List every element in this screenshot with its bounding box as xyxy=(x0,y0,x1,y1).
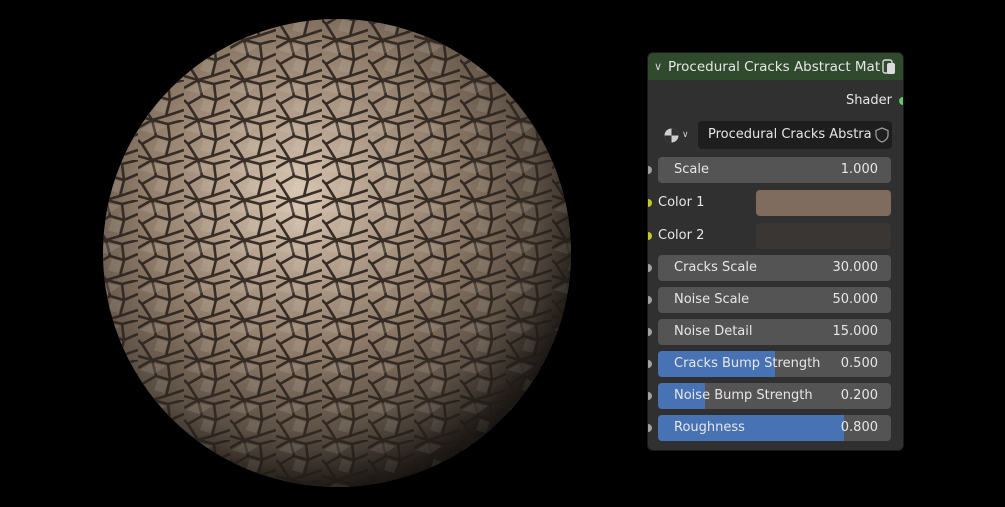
noise-bump-value: 0.200 xyxy=(840,388,878,403)
scale-socket[interactable] xyxy=(648,166,652,174)
cracks-bump-label: Cracks Bump Strength xyxy=(674,356,821,371)
shader-output-label: Shader xyxy=(845,93,892,108)
material-sphere-icon xyxy=(664,128,679,142)
input-row-color1: Color 1 xyxy=(648,190,903,217)
color1-swatch[interactable] xyxy=(756,190,891,216)
color1-socket[interactable] xyxy=(648,199,652,207)
cracks-scale-label: Cracks Scale xyxy=(674,260,757,275)
node-group-panel[interactable]: ∨ Procedural Cracks Abstract Material Sh… xyxy=(648,53,903,450)
scale-value: 1.000 xyxy=(840,162,878,177)
material-selector[interactable]: ∨ Procedural Cracks Abstract ... xyxy=(658,121,892,149)
roughness-socket[interactable] xyxy=(648,424,652,432)
noise-bump-slider[interactable]: Noise Bump Strength 0.200 xyxy=(658,383,891,409)
input-row-noise-detail: Noise Detail 15.000 xyxy=(648,319,903,346)
noise-scale-value: 50.000 xyxy=(832,292,879,307)
noise-detail-value: 15.000 xyxy=(832,324,879,339)
noise-scale-socket[interactable] xyxy=(648,296,652,304)
roughness-slider[interactable]: Roughness 0.800 xyxy=(658,415,891,441)
node-title: Procedural Cracks Abstract Material xyxy=(668,58,881,75)
noise-detail-field[interactable]: Noise Detail 15.000 xyxy=(658,319,891,345)
scale-field[interactable]: Scale 1.000 xyxy=(658,157,891,183)
noise-bump-socket[interactable] xyxy=(648,392,652,400)
node-group-icon[interactable] xyxy=(881,58,897,75)
noise-bump-label: Noise Bump Strength xyxy=(674,388,813,403)
cracks-scale-socket[interactable] xyxy=(648,264,652,272)
roughness-value: 0.800 xyxy=(840,420,878,435)
color2-label: Color 2 xyxy=(658,228,705,243)
cracks-bump-value: 0.500 xyxy=(840,356,878,371)
input-row-scale: Scale 1.000 xyxy=(648,157,903,184)
material-preview-sphere xyxy=(103,19,571,487)
material-name-field[interactable]: Procedural Cracks Abstract ... xyxy=(698,121,872,149)
input-row-cracks-scale: Cracks Scale 30.000 xyxy=(648,255,903,282)
cracks-bump-socket[interactable] xyxy=(648,360,652,368)
material-selector-row: ∨ Procedural Cracks Abstract ... xyxy=(648,120,903,150)
viewport[interactable] xyxy=(0,0,640,503)
material-browse-icon[interactable]: ∨ xyxy=(663,126,693,144)
color2-socket[interactable] xyxy=(648,232,652,240)
collapse-chevron-icon[interactable]: ∨ xyxy=(654,60,668,73)
noise-detail-socket[interactable] xyxy=(648,328,652,336)
cracks-scale-value: 30.000 xyxy=(832,260,879,275)
color2-swatch[interactable] xyxy=(756,223,891,249)
noise-scale-label: Noise Scale xyxy=(674,292,750,307)
shader-output-row: Shader xyxy=(648,88,903,115)
dropdown-chevron-icon: ∨ xyxy=(682,130,689,140)
fake-user-shield-icon[interactable] xyxy=(872,121,892,149)
scale-label: Scale xyxy=(674,162,709,177)
roughness-label: Roughness xyxy=(674,420,745,435)
cracks-scale-field[interactable]: Cracks Scale 30.000 xyxy=(658,255,891,281)
cracks-bump-slider[interactable]: Cracks Bump Strength 0.500 xyxy=(658,351,891,377)
input-row-cracks-bump: Cracks Bump Strength 0.500 xyxy=(648,351,903,378)
noise-scale-field[interactable]: Noise Scale 50.000 xyxy=(658,287,891,313)
input-row-roughness: Roughness 0.800 xyxy=(648,415,903,442)
shader-output-socket[interactable] xyxy=(899,97,903,105)
input-row-color2: Color 2 xyxy=(648,223,903,250)
input-row-noise-bump: Noise Bump Strength 0.200 xyxy=(648,383,903,410)
input-row-noise-scale: Noise Scale 50.000 xyxy=(648,287,903,314)
color1-label: Color 1 xyxy=(658,195,705,210)
node-header[interactable]: ∨ Procedural Cracks Abstract Material xyxy=(648,53,903,80)
noise-detail-label: Noise Detail xyxy=(674,324,753,339)
